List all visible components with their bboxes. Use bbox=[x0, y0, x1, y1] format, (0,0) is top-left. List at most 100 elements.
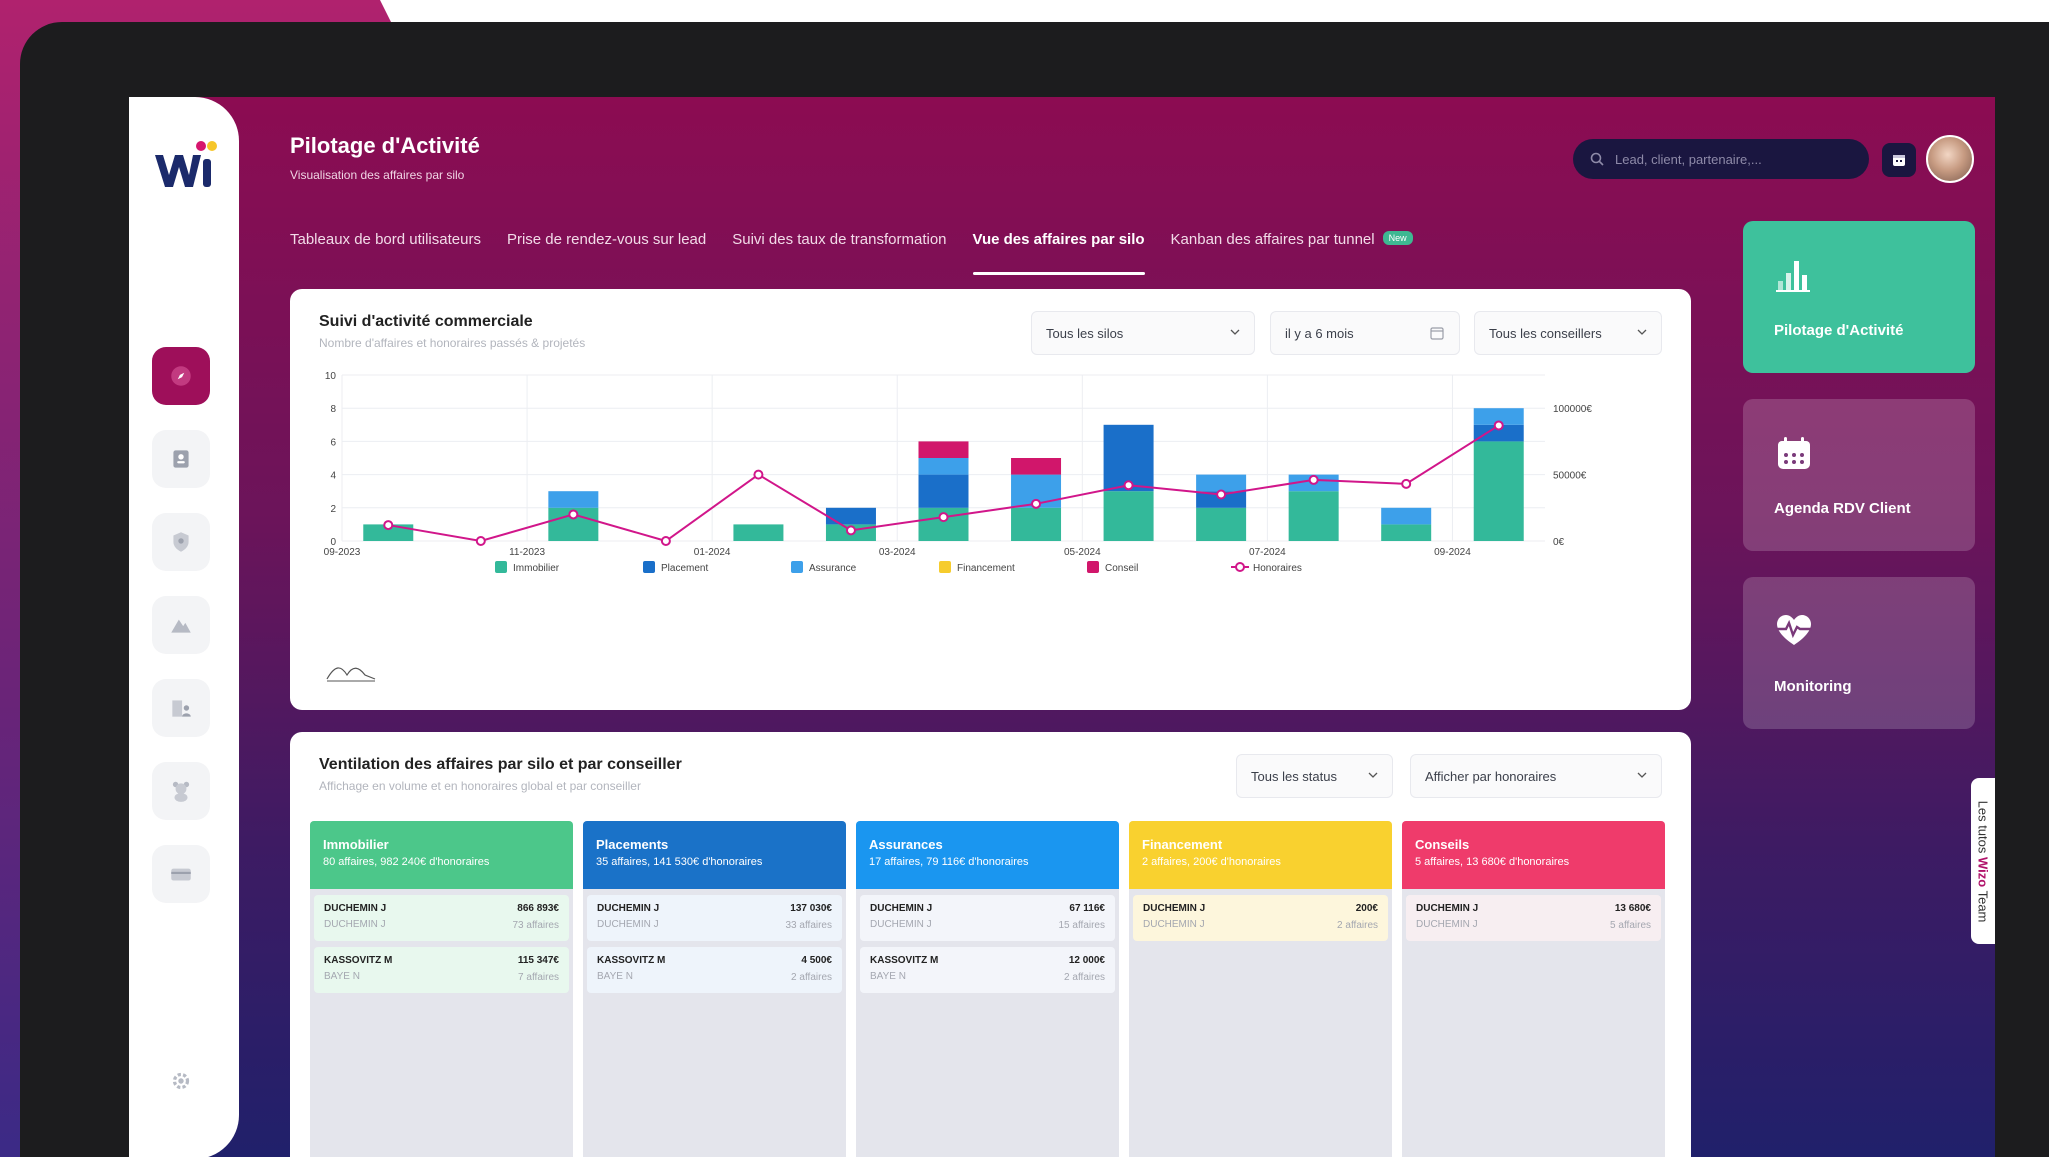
silo-summary: 35 affaires, 141 530€ d'honoraires bbox=[596, 856, 763, 868]
calendar-icon bbox=[1893, 155, 1905, 166]
nav-card-label: Monitoring bbox=[1774, 678, 1852, 695]
nav-card-monitoring[interactable]: Monitoring bbox=[1743, 577, 1975, 729]
bar-segment-assurance bbox=[918, 458, 969, 475]
status-filter-select[interactable]: Tous les status bbox=[1236, 754, 1393, 798]
silo-column-placements: Placements 35 affaires, 141 530€ d'honora… bbox=[583, 821, 846, 1157]
x-tick-label: 09-2023 bbox=[324, 547, 361, 558]
search-input[interactable]: Lead, client, partenaire,... bbox=[1573, 139, 1869, 179]
bar-segment-conseil bbox=[1011, 458, 1062, 475]
chevron-down-icon bbox=[1368, 772, 1378, 778]
legend-label: Conseil bbox=[1105, 563, 1138, 574]
honoraires-point bbox=[753, 469, 764, 480]
sidebar bbox=[129, 97, 239, 1157]
legend-swatch bbox=[495, 561, 507, 573]
tab-user-dashboards[interactable]: Tableaux de bord utilisateurs bbox=[290, 231, 481, 275]
tab-lead-appointments[interactable]: Prise de rendez-vous sur lead bbox=[507, 231, 706, 275]
honoraires-point bbox=[568, 509, 579, 520]
advisor-row[interactable]: KASSOVITZ M BAYE N4 500€ 2 affaires bbox=[587, 947, 842, 993]
x-tick-label: 09-2024 bbox=[1434, 547, 1471, 558]
wizo-logo bbox=[155, 141, 217, 187]
y-tick-label: 10 bbox=[325, 371, 337, 382]
credit-card-icon bbox=[171, 868, 191, 881]
y2-tick-label: 100000€ bbox=[1553, 404, 1592, 415]
heartbeat-icon bbox=[1776, 615, 1812, 645]
silo-column-header[interactable]: Financement 2 affaires, 200€ d'honoraires bbox=[1129, 821, 1392, 889]
nav-card-pilotage[interactable]: Pilotage d'Activité bbox=[1743, 221, 1975, 373]
advisor-row[interactable]: KASSOVITZ M BAYE N 115 347€ 7 affaires bbox=[314, 947, 569, 993]
tab-kanban-by-tunnel[interactable]: Kanban des affaires par tunnel New bbox=[1171, 231, 1413, 275]
sidebar-item-clients[interactable] bbox=[152, 762, 210, 820]
legend-label: Honoraires bbox=[1253, 563, 1302, 574]
sidebar-item-dashboard[interactable] bbox=[152, 347, 210, 405]
silo-summary: 2 affaires, 200€ d'honoraires bbox=[1142, 856, 1281, 868]
advisor-row[interactable]: DUCHEMIN J DUCHEMIN J 137 030€ 33 affaires bbox=[587, 895, 842, 941]
bar-segment-immobilier bbox=[1288, 491, 1339, 541]
calendar-icon bbox=[1778, 437, 1810, 469]
advisor-row[interactable]: DUCHEMIN J DUCHEMIN J 67 116€ 15 affaires bbox=[860, 895, 1115, 941]
advisor-fees: 67 116€ bbox=[1069, 903, 1105, 914]
silo-title: Conseils bbox=[1415, 837, 1470, 852]
advisor-fees: 200€ bbox=[1355, 903, 1378, 914]
y2-tick-label: 0€ bbox=[1553, 537, 1565, 548]
honoraires-point bbox=[1401, 478, 1412, 489]
legend-swatch bbox=[939, 561, 951, 573]
advisor-deal-count: 5 affaires bbox=[1610, 920, 1651, 931]
advisor-deal-count: 2 affaires bbox=[1064, 972, 1105, 983]
legend-label: Immobilier bbox=[513, 563, 560, 574]
shield-icon bbox=[173, 532, 189, 552]
silo-column-header[interactable]: Conseils 5 affaires, 13 680€ d'honoraires bbox=[1402, 821, 1665, 889]
advisor-fees: 866 893€ bbox=[517, 903, 559, 914]
legend-swatch bbox=[1087, 561, 1099, 573]
advisor-row[interactable]: DUCHEMIN J DUCHEMIN J 866 893€ 73 affaires bbox=[314, 895, 569, 941]
teddy-bear-icon bbox=[172, 781, 190, 802]
page: Pilotage d'Activité Visualisation des af… bbox=[0, 0, 2049, 1157]
tab-conversion-rates[interactable]: Suivi des taux de transformation bbox=[732, 231, 946, 275]
x-tick-label: 03-2024 bbox=[879, 547, 916, 558]
y-tick-label: 4 bbox=[330, 471, 336, 482]
silo-summary: 5 affaires, 13 680€ d'honoraires bbox=[1415, 856, 1570, 868]
breakdown-card: Ventilation des affaires par silo et par… bbox=[290, 732, 1691, 1157]
advisor-fees: 4 500€ bbox=[801, 955, 832, 966]
sidebar-item-settings[interactable] bbox=[152, 1052, 210, 1110]
sidebar-item-contacts[interactable] bbox=[152, 430, 210, 488]
silo-summary: 17 affaires, 79 116€ d'honoraires bbox=[869, 856, 1029, 868]
legend-label: Assurance bbox=[809, 563, 857, 574]
sidebar-item-home[interactable] bbox=[152, 513, 210, 571]
advisor-deal-count: 73 affaires bbox=[512, 920, 559, 931]
bar-segment-immobilier bbox=[1381, 524, 1432, 541]
bar-segment-immobilier bbox=[1103, 491, 1154, 541]
bar-segment-conseil bbox=[918, 441, 969, 458]
advisor-fees: 12 000€ bbox=[1068, 955, 1105, 966]
search-placeholder: Lead, client, partenaire,... bbox=[1615, 151, 1762, 167]
silo-title: Immobilier bbox=[323, 837, 389, 852]
advisor-fees: 115 347€ bbox=[517, 955, 559, 966]
sidebar-item-alerts[interactable] bbox=[152, 596, 210, 654]
user-avatar[interactable] bbox=[1926, 135, 1974, 183]
page-subtitle: Visualisation des affaires par silo bbox=[290, 168, 465, 182]
bar-chart-icon bbox=[1776, 261, 1810, 292]
display-mode-select[interactable]: Afficher par honoraires bbox=[1410, 754, 1662, 798]
advisor-name: DUCHEMIN J bbox=[1143, 903, 1206, 914]
silo-column-header[interactable]: Immobilier 80 affaires, 982 240€ d'honora… bbox=[310, 821, 573, 889]
silo-column-conseils: Conseils 5 affaires, 13 680€ d'honoraires… bbox=[1402, 821, 1665, 1157]
bar-segment-immobilier bbox=[1196, 507, 1247, 541]
advisor-row[interactable]: KASSOVITZ M BAYE N 12 000€ 2 affaires bbox=[860, 947, 1115, 993]
calendar-button[interactable] bbox=[1882, 143, 1916, 177]
nav-card-label: Agenda RDV Client bbox=[1774, 500, 1911, 517]
advisor-deal-count: 33 affaires bbox=[785, 920, 832, 931]
silo-column-assurances: Assurances 17 affaires, 79 116€ d'honorai… bbox=[856, 821, 1119, 1157]
silo-column-header[interactable]: Assurances 17 affaires, 79 116€ d'honorai… bbox=[856, 821, 1119, 889]
advisor-fees: 13 680€ bbox=[1614, 903, 1651, 914]
advisor-row[interactable]: DUCHEMIN J DUCHEMIN J 13 680€ 5 affaires bbox=[1406, 895, 1661, 941]
honoraires-point bbox=[383, 520, 394, 531]
tutorials-side-tab[interactable]: Les tutos Wizo Team bbox=[1971, 778, 1995, 944]
contact-card-icon bbox=[173, 450, 189, 468]
tab-business-by-silo[interactable]: Vue des affaires par silo bbox=[972, 231, 1145, 275]
silo-column-header[interactable]: Placements 35 affaires, 141 530€ d'honora… bbox=[583, 821, 846, 889]
bar-segment-assurance bbox=[548, 491, 599, 508]
nav-card-agenda[interactable]: Agenda RDV Client bbox=[1743, 399, 1975, 551]
advisor-row[interactable]: DUCHEMIN J DUCHEMIN J 200€ 2 affaires bbox=[1133, 895, 1388, 941]
sidebar-item-partners[interactable] bbox=[152, 679, 210, 737]
silo-column-immobilier: Immobilier 80 affaires, 982 240€ d'honora… bbox=[310, 821, 573, 1157]
sidebar-item-billing[interactable] bbox=[152, 845, 210, 903]
